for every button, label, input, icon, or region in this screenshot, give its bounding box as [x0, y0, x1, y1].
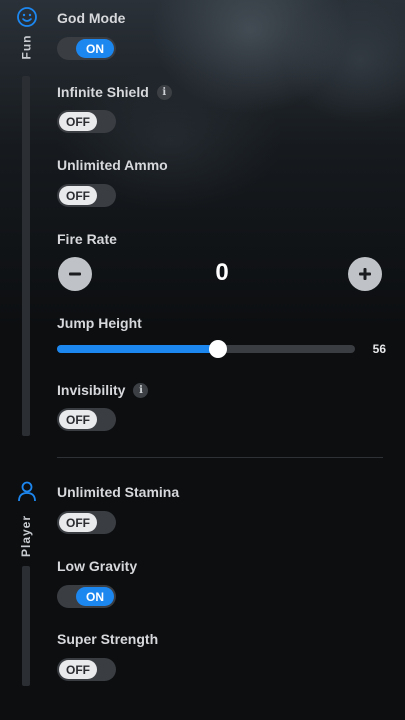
- toggle-state: OFF: [59, 410, 97, 429]
- toggle-state: OFF: [59, 513, 97, 532]
- sidebar-label-fun: Fun: [19, 34, 33, 60]
- low-gravity-label: Low Gravity: [57, 558, 138, 574]
- jump-height-label: Jump Height: [57, 315, 142, 331]
- slider-thumb[interactable]: [208, 340, 227, 358]
- jump-height-value: 56: [372, 342, 386, 356]
- super-strength-toggle[interactable]: OFF: [57, 658, 116, 681]
- info-icon[interactable]: i: [156, 84, 172, 100]
- unlimited-ammo-toggle[interactable]: OFF: [57, 184, 116, 207]
- toggle-state: OFF: [59, 186, 97, 205]
- info-icon[interactable]: i: [133, 382, 149, 398]
- sidebar-indicator-player: [22, 566, 30, 686]
- fire-rate-decrement-button[interactable]: [58, 257, 92, 291]
- jump-height-slider[interactable]: [57, 340, 355, 358]
- invisibility-toggle[interactable]: OFF: [57, 408, 116, 431]
- unlimited-stamina-label: Unlimited Stamina: [57, 484, 180, 500]
- fire-rate-increment-button[interactable]: [348, 257, 382, 291]
- fire-rate-value: 0: [215, 259, 229, 286]
- god-mode-toggle[interactable]: ON: [57, 37, 116, 60]
- section-divider: [57, 457, 383, 458]
- toggle-state: ON: [76, 39, 114, 58]
- sidebar-section-fun[interactable]: Fun: [0, 0, 44, 440]
- toggle-state: OFF: [59, 660, 97, 679]
- sidebar-indicator-fun: [22, 76, 30, 436]
- unlimited-stamina-toggle[interactable]: OFF: [57, 511, 116, 534]
- super-strength-label: Super Strength: [57, 631, 159, 647]
- infinite-shield-label: Infinite Shield i: [57, 84, 172, 100]
- low-gravity-toggle[interactable]: ON: [57, 585, 116, 608]
- infinite-shield-toggle[interactable]: OFF: [57, 110, 116, 133]
- plus-icon: [359, 268, 371, 280]
- toggle-state: ON: [76, 587, 114, 606]
- sidebar-section-player[interactable]: Player: [0, 470, 44, 690]
- person-icon: [18, 481, 36, 502]
- fire-rate-label: Fire Rate: [57, 231, 117, 247]
- minus-icon: [69, 272, 81, 276]
- unlimited-ammo-label: Unlimited Ammo: [57, 157, 168, 173]
- god-mode-label: God Mode: [57, 10, 126, 26]
- invisibility-label: Invisibility i: [57, 382, 149, 398]
- toggle-state: OFF: [59, 112, 97, 131]
- sidebar-label-player: Player: [19, 514, 33, 558]
- slider-fill: [57, 345, 218, 353]
